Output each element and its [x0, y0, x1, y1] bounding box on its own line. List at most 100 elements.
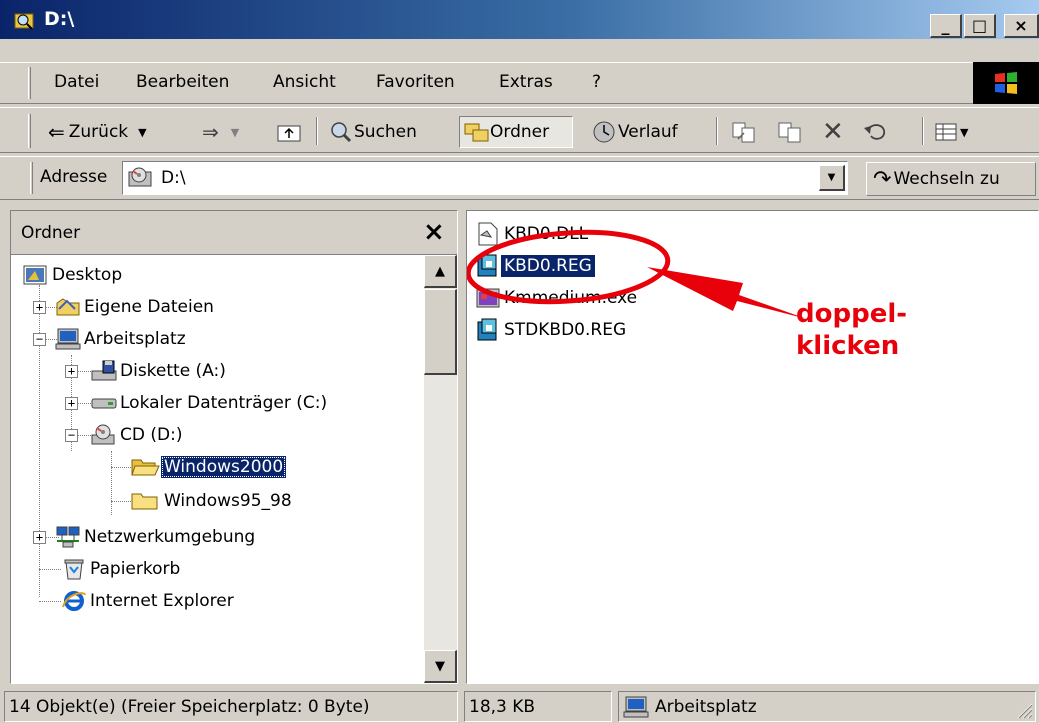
- collapse-button[interactable]: −: [33, 333, 46, 346]
- file-name: KBD0.DLL: [504, 224, 589, 244]
- menu-favoriten[interactable]: Favoriten: [376, 72, 455, 92]
- search-button[interactable]: Suchen: [328, 116, 417, 148]
- my-documents-icon: [56, 298, 80, 316]
- file-item-kbd0-dll[interactable]: KBD0.DLL: [475, 219, 591, 249]
- tree-label: CD (D:): [120, 425, 183, 445]
- my-computer-icon: [55, 328, 81, 350]
- file-name: KBD0.REG: [501, 255, 595, 277]
- reg-file-icon: [477, 254, 497, 277]
- file-item-kbd0-reg[interactable]: KBD0.REG: [475, 251, 595, 281]
- chevron-down-icon: ▼: [230, 125, 240, 139]
- menu-extras[interactable]: Extras: [499, 72, 553, 92]
- tree-item-internet-explorer[interactable]: Internet Explorer: [61, 587, 237, 615]
- folders-label: Ordner: [490, 122, 550, 142]
- expand-button[interactable]: +: [65, 365, 78, 378]
- close-button[interactable]: ×: [1004, 14, 1039, 38]
- status-objects: 14 Objekt(e) (Freier Speicherplatz: 0 By…: [4, 691, 458, 722]
- menu-ansicht[interactable]: Ansicht: [273, 72, 336, 92]
- annotation-line-2: klicken: [796, 331, 900, 361]
- address-grip[interactable]: [30, 162, 33, 194]
- tree-item-local-disk[interactable]: Lokaler Datenträger (C:): [91, 389, 330, 417]
- up-folder-button[interactable]: [276, 116, 302, 148]
- title-bar[interactable]: D:\ _ □ ×: [0, 0, 1039, 39]
- reg-file-icon: [477, 318, 497, 341]
- folders-pane: Ordner × Desktop + Eigene Dateien − Arbe…: [10, 210, 458, 684]
- recycle-bin-icon: [64, 559, 84, 580]
- move-to-icon: [732, 122, 755, 143]
- tree-label: Lokaler Datenträger (C:): [120, 393, 328, 413]
- history-button[interactable]: Verlauf: [590, 116, 678, 148]
- menu-help[interactable]: ?: [592, 72, 601, 92]
- search-icon: [331, 122, 352, 143]
- file-name: Kmmedium.exe: [504, 288, 638, 308]
- menu-bearbeiten[interactable]: Bearbeiten: [136, 72, 229, 92]
- forward-button[interactable]: ⇒ ▼: [202, 116, 239, 148]
- delete-button[interactable]: ✕: [822, 116, 844, 148]
- dll-file-icon: [478, 222, 498, 246]
- folders-vertical-scrollbar[interactable]: ▲ ▼: [424, 255, 457, 683]
- annotation-text: doppel- klicken: [796, 298, 907, 362]
- toolbar-grip[interactable]: [28, 114, 31, 148]
- folder-icon: [131, 493, 158, 510]
- file-item-stdkbd0-reg[interactable]: STDKBD0.REG: [475, 315, 629, 345]
- tree-label: Windows2000: [161, 456, 287, 478]
- tree-label: Desktop: [52, 265, 123, 285]
- delete-icon: ✕: [822, 117, 844, 147]
- folder-open-icon: [131, 459, 160, 476]
- triangle-up-icon: ▲: [435, 263, 445, 279]
- address-field[interactable]: D:\ ▼: [122, 161, 848, 195]
- move-to-button[interactable]: [730, 116, 758, 148]
- scroll-thumb[interactable]: [424, 289, 457, 375]
- address-dropdown-button[interactable]: ▼: [819, 165, 845, 191]
- status-size: 18,3 KB: [464, 691, 612, 722]
- history-label: Verlauf: [618, 122, 678, 142]
- go-arrow-icon: ↷: [873, 166, 892, 192]
- menu-grip[interactable]: [28, 67, 31, 99]
- copy-to-button[interactable]: [776, 116, 804, 148]
- tree-item-desktop[interactable]: Desktop: [23, 261, 125, 289]
- scroll-down-button[interactable]: ▼: [424, 650, 457, 683]
- file-item-kmmedium-exe[interactable]: Kmmedium.exe: [475, 283, 640, 313]
- search-label: Suchen: [354, 122, 417, 142]
- status-objects-text: 14 Objekt(e) (Freier Speicherplatz: 0 By…: [9, 696, 370, 717]
- tree-label: Eigene Dateien: [84, 297, 214, 317]
- tree-item-windows2000[interactable]: Windows2000: [131, 453, 287, 481]
- tree-item-network[interactable]: Netzwerkumgebung: [55, 523, 258, 551]
- chevron-down-icon: ▼: [960, 125, 969, 139]
- history-icon: [593, 121, 615, 143]
- back-button[interactable]: ⇐ Zurück ▼: [48, 116, 147, 148]
- undo-button[interactable]: [862, 116, 890, 148]
- collapse-button[interactable]: −: [65, 429, 78, 442]
- tree-label: Diskette (A:): [120, 361, 226, 381]
- status-bar: 14 Objekt(e) (Freier Speicherplatz: 0 By…: [0, 688, 1039, 723]
- tree-label: Arbeitsplatz: [84, 329, 186, 349]
- scroll-up-button[interactable]: ▲: [424, 255, 457, 288]
- expand-button[interactable]: +: [33, 301, 46, 314]
- annotation-arrow: [647, 267, 807, 319]
- close-icon[interactable]: ×: [423, 217, 445, 247]
- views-button[interactable]: ▼: [934, 116, 968, 148]
- network-icon: [56, 526, 80, 548]
- tree-label: Internet Explorer: [90, 591, 234, 611]
- tree-label: Papierkorb: [90, 559, 181, 579]
- tree-item-cd-drive[interactable]: CD (D:): [91, 421, 185, 449]
- back-label: Zurück: [68, 122, 129, 142]
- go-button[interactable]: ↷ Wechseln zu: [866, 162, 1036, 196]
- expand-button[interactable]: +: [65, 397, 78, 410]
- resize-grip-icon[interactable]: [1015, 701, 1033, 719]
- tree-item-recycle-bin[interactable]: Papierkorb: [61, 555, 183, 583]
- address-bar: Adresse D:\ ▼ ↷ Wechseln zu: [0, 156, 1039, 200]
- menu-datei[interactable]: Datei: [54, 72, 99, 92]
- tree-item-eigene-dateien[interactable]: Eigene Dateien: [55, 293, 217, 321]
- tree-item-windows95-98[interactable]: Windows95_98: [131, 487, 295, 515]
- expand-button[interactable]: +: [33, 531, 46, 544]
- folder-tree: Desktop + Eigene Dateien − Arbeitsplatz …: [11, 255, 424, 683]
- file-name: STDKBD0.REG: [504, 320, 627, 340]
- folders-button[interactable]: Ordner: [459, 116, 573, 148]
- exe-file-icon: [476, 288, 500, 308]
- minimize-button[interactable]: _: [930, 14, 962, 38]
- folders-pane-header: Ordner ×: [11, 211, 457, 255]
- tree-item-diskette[interactable]: Diskette (A:): [91, 357, 229, 385]
- maximize-button[interactable]: □: [964, 14, 996, 38]
- tree-item-arbeitsplatz[interactable]: Arbeitsplatz: [55, 325, 189, 353]
